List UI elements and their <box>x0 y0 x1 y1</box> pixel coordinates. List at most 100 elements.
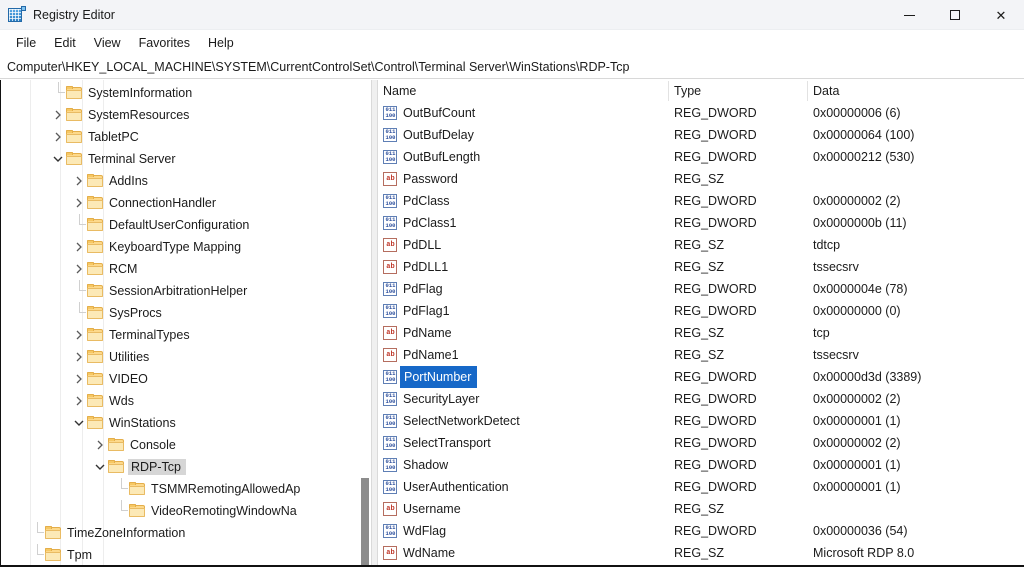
value-row[interactable]: 011 100 SelectNetworkDetect REG_DWORD 0x0000… <box>378 410 1024 432</box>
value-name[interactable]: PdDLL <box>403 234 441 256</box>
value-row[interactable]: 011 100 PdFlag REG_DWORD 0x0000004e (78) <box>378 278 1024 300</box>
value-name[interactable]: Shadow <box>403 454 448 476</box>
value-name[interactable]: OutBufLength <box>403 146 480 168</box>
tree-item-tabletpc[interactable]: TabletPC <box>0 126 360 148</box>
value-name[interactable]: SelectNetworkDetect <box>403 410 520 432</box>
registry-value-list[interactable]: Name Type Data 011 100 OutBufCount REG_DWOR… <box>378 80 1024 567</box>
tree-item-utilities[interactable]: Utilities <box>0 346 360 368</box>
tree-scrollbar-thumb[interactable] <box>361 478 369 567</box>
value-name[interactable]: UserAuthentication <box>403 476 509 498</box>
chevron-right-icon[interactable] <box>71 258 87 280</box>
value-row[interactable]: 011 100 UserAuthentication REG_DWORD 0x00000… <box>378 476 1024 498</box>
value-row[interactable]: 011 100 PdClass1 REG_DWORD 0x0000000b (11) <box>378 212 1024 234</box>
value-row[interactable]: 011 100 OutBufLength REG_DWORD 0x00000212 (5… <box>378 146 1024 168</box>
chevron-right-icon[interactable] <box>71 170 87 192</box>
dword-icon: 011 100 <box>383 392 398 406</box>
value-type: REG_SZ <box>674 260 725 274</box>
tree-item-videoremotingwindowna[interactable]: VideoRemotingWindowNa <box>0 500 360 522</box>
tree-item-terminaltypes[interactable]: TerminalTypes <box>0 324 360 346</box>
value-name[interactable]: PdFlag1 <box>403 300 450 322</box>
pane-splitter[interactable] <box>371 80 378 567</box>
value-row[interactable]: 011 100 OutBufDelay REG_DWORD 0x00000064 (10… <box>378 124 1024 146</box>
tree-scrollbar[interactable] <box>358 80 371 567</box>
chevron-right-icon[interactable] <box>71 368 87 390</box>
value-name[interactable]: OutBufDelay <box>403 124 474 146</box>
tree-item-terminal-server[interactable]: Terminal Server <box>0 148 360 170</box>
chevron-down-icon[interactable] <box>92 456 108 478</box>
value-name[interactable]: WdFlag <box>403 520 446 542</box>
column-header-name[interactable]: Name <box>378 80 668 102</box>
folder-icon <box>66 86 83 100</box>
value-name[interactable]: Password <box>403 168 458 190</box>
value-name[interactable]: WdName <box>403 542 455 564</box>
tree-item-rcm[interactable]: RCM <box>0 258 360 280</box>
tree-item-console[interactable]: Console <box>0 434 360 456</box>
tree-item-winstations[interactable]: WinStations <box>0 412 360 434</box>
menu-favorites[interactable]: Favorites <box>130 34 199 52</box>
tree-item-rdp-tcp[interactable]: RDP-Tcp <box>0 456 360 478</box>
value-row[interactable]: ab PdName1 REG_SZ tssecsrv <box>378 344 1024 366</box>
tree-item-sysprocs[interactable]: SysProcs <box>0 302 360 324</box>
chevron-right-icon[interactable] <box>92 434 108 456</box>
tree-item-connectionhandler[interactable]: ConnectionHandler <box>0 192 360 214</box>
tree-item-keyboardtype-mapping[interactable]: KeyboardType Mapping <box>0 236 360 258</box>
tree-item-systeminformation[interactable]: SystemInformation <box>0 82 360 104</box>
menu-file[interactable]: File <box>7 34 45 52</box>
value-name[interactable]: PortNumber <box>400 366 478 388</box>
value-row[interactable]: 011 100 SecurityLayer REG_DWORD 0x00000002 (… <box>378 388 1024 410</box>
value-row[interactable]: 011 100 OutBufCount REG_DWORD 0x00000006 (6) <box>378 102 1024 124</box>
tree-item-timezoneinformation[interactable]: TimeZoneInformation <box>0 522 360 544</box>
close-button[interactable]: ✕ <box>978 0 1024 30</box>
value-row[interactable]: 011 100 PdFlag1 REG_DWORD 0x00000000 (0) <box>378 300 1024 322</box>
tree-connector <box>50 82 66 104</box>
value-row[interactable]: ab WdName REG_SZ Microsoft RDP 8.0 <box>378 542 1024 564</box>
tree-item-video[interactable]: VIDEO <box>0 368 360 390</box>
chevron-right-icon[interactable] <box>71 324 87 346</box>
tree-item-tsmmremotingallowedap[interactable]: TSMMRemotingAllowedAp <box>0 478 360 500</box>
value-row[interactable]: ab Password REG_SZ <box>378 168 1024 190</box>
tree-item-sessionarbitrationhelper[interactable]: SessionArbitrationHelper <box>0 280 360 302</box>
value-row[interactable]: 011 100 SelectTransport REG_DWORD 0x00000002… <box>378 432 1024 454</box>
column-header-data[interactable]: Data <box>808 80 1024 102</box>
tree-item-systemresources[interactable]: SystemResources <box>0 104 360 126</box>
value-name[interactable]: PdDLL1 <box>403 256 448 278</box>
chevron-down-icon[interactable] <box>71 412 87 434</box>
value-row[interactable]: 011 100 Shadow REG_DWORD 0x00000001 (1) <box>378 454 1024 476</box>
value-row[interactable]: ab PdName REG_SZ tcp <box>378 322 1024 344</box>
menu-edit[interactable]: Edit <box>45 34 85 52</box>
chevron-down-icon[interactable] <box>50 148 66 170</box>
menu-help[interactable]: Help <box>199 34 243 52</box>
value-name[interactable]: PdName1 <box>403 344 459 366</box>
value-row[interactable]: ab PdDLL1 REG_SZ tssecsrv <box>378 256 1024 278</box>
value-row[interactable]: ab Username REG_SZ <box>378 498 1024 520</box>
chevron-right-icon[interactable] <box>50 126 66 148</box>
chevron-right-icon[interactable] <box>71 390 87 412</box>
tree-item-wds[interactable]: Wds <box>0 390 360 412</box>
value-name[interactable]: PdFlag <box>403 278 443 300</box>
chevron-right-icon[interactable] <box>71 192 87 214</box>
chevron-right-icon[interactable] <box>71 236 87 258</box>
value-name[interactable]: PdClass1 <box>403 212 457 234</box>
value-row[interactable]: ab PdDLL REG_SZ tdtcp <box>378 234 1024 256</box>
column-header-type[interactable]: Type <box>669 80 807 102</box>
tree-item-addins[interactable]: AddIns <box>0 170 360 192</box>
value-row[interactable]: 011 100 PortNumber REG_DWORD 0x00000d3d (338… <box>378 366 1024 388</box>
registry-key-tree[interactable]: SystemInformation SystemResources TabletPC… <box>0 80 360 567</box>
tree-item-defaultuserconfiguration[interactable]: DefaultUserConfiguration <box>0 214 360 236</box>
value-name[interactable]: OutBufCount <box>403 102 475 124</box>
chevron-right-icon[interactable] <box>71 346 87 368</box>
value-name[interactable]: PdName <box>403 322 452 344</box>
value-name[interactable]: SelectTransport <box>403 432 491 454</box>
tree-item-label: SystemInformation <box>88 86 193 100</box>
value-name[interactable]: PdClass <box>403 190 450 212</box>
address-bar[interactable]: Computer\HKEY_LOCAL_MACHINE\SYSTEM\Curre… <box>0 55 1024 79</box>
value-name[interactable]: SecurityLayer <box>403 388 479 410</box>
value-row[interactable]: 011 100 PdClass REG_DWORD 0x00000002 (2) <box>378 190 1024 212</box>
chevron-right-icon[interactable] <box>50 104 66 126</box>
minimize-button[interactable] <box>886 0 932 30</box>
tree-item-tpm[interactable]: Tpm <box>0 544 360 566</box>
value-name[interactable]: Username <box>403 498 461 520</box>
maximize-button[interactable] <box>932 0 978 30</box>
menu-view[interactable]: View <box>85 34 130 52</box>
value-row[interactable]: 011 100 WdFlag REG_DWORD 0x00000036 (54) <box>378 520 1024 542</box>
